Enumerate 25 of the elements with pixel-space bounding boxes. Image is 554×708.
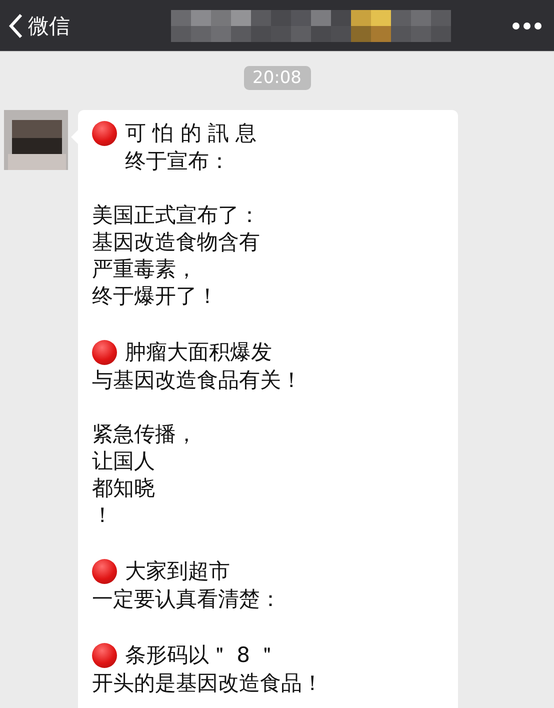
message-text: ！ [92,502,113,529]
message-text: 肿瘤大面积爆发 [125,339,272,366]
back-button[interactable]: 微信 [8,12,70,40]
message-text: 基因改造食物含有 [92,229,260,256]
timestamp: 20:08 [244,66,310,90]
message-text: 大家到超市 [125,558,230,585]
back-chevron-icon [8,12,24,38]
message-text: 美国正式宣布了： [92,202,260,229]
message-text: 终于爆开了！ [92,283,218,310]
avatar[interactable] [4,110,68,170]
message-text: 一定要认真看清楚： [92,586,281,613]
message-text: 条形码以＂ 8 ＂ [125,642,278,669]
message-text: 开头的是基因改造食品！ [92,670,323,697]
message-text: 严重毒素， [92,256,197,283]
bullet-icon [92,642,117,668]
message-text: 终于宣布： [125,148,230,175]
message-text: 让国人 [92,448,155,475]
more-icon[interactable] [512,22,542,30]
bullet-icon [92,120,117,146]
bullet-icon [92,340,117,364]
message-text: 紧急传播， [92,421,197,448]
message-text: 都知晓 [92,475,155,502]
bullet-icon [92,558,117,584]
message-text: 可 怕 的 訊 息 [125,120,257,147]
message-text: 与基因改造食品有关！ [92,367,302,394]
